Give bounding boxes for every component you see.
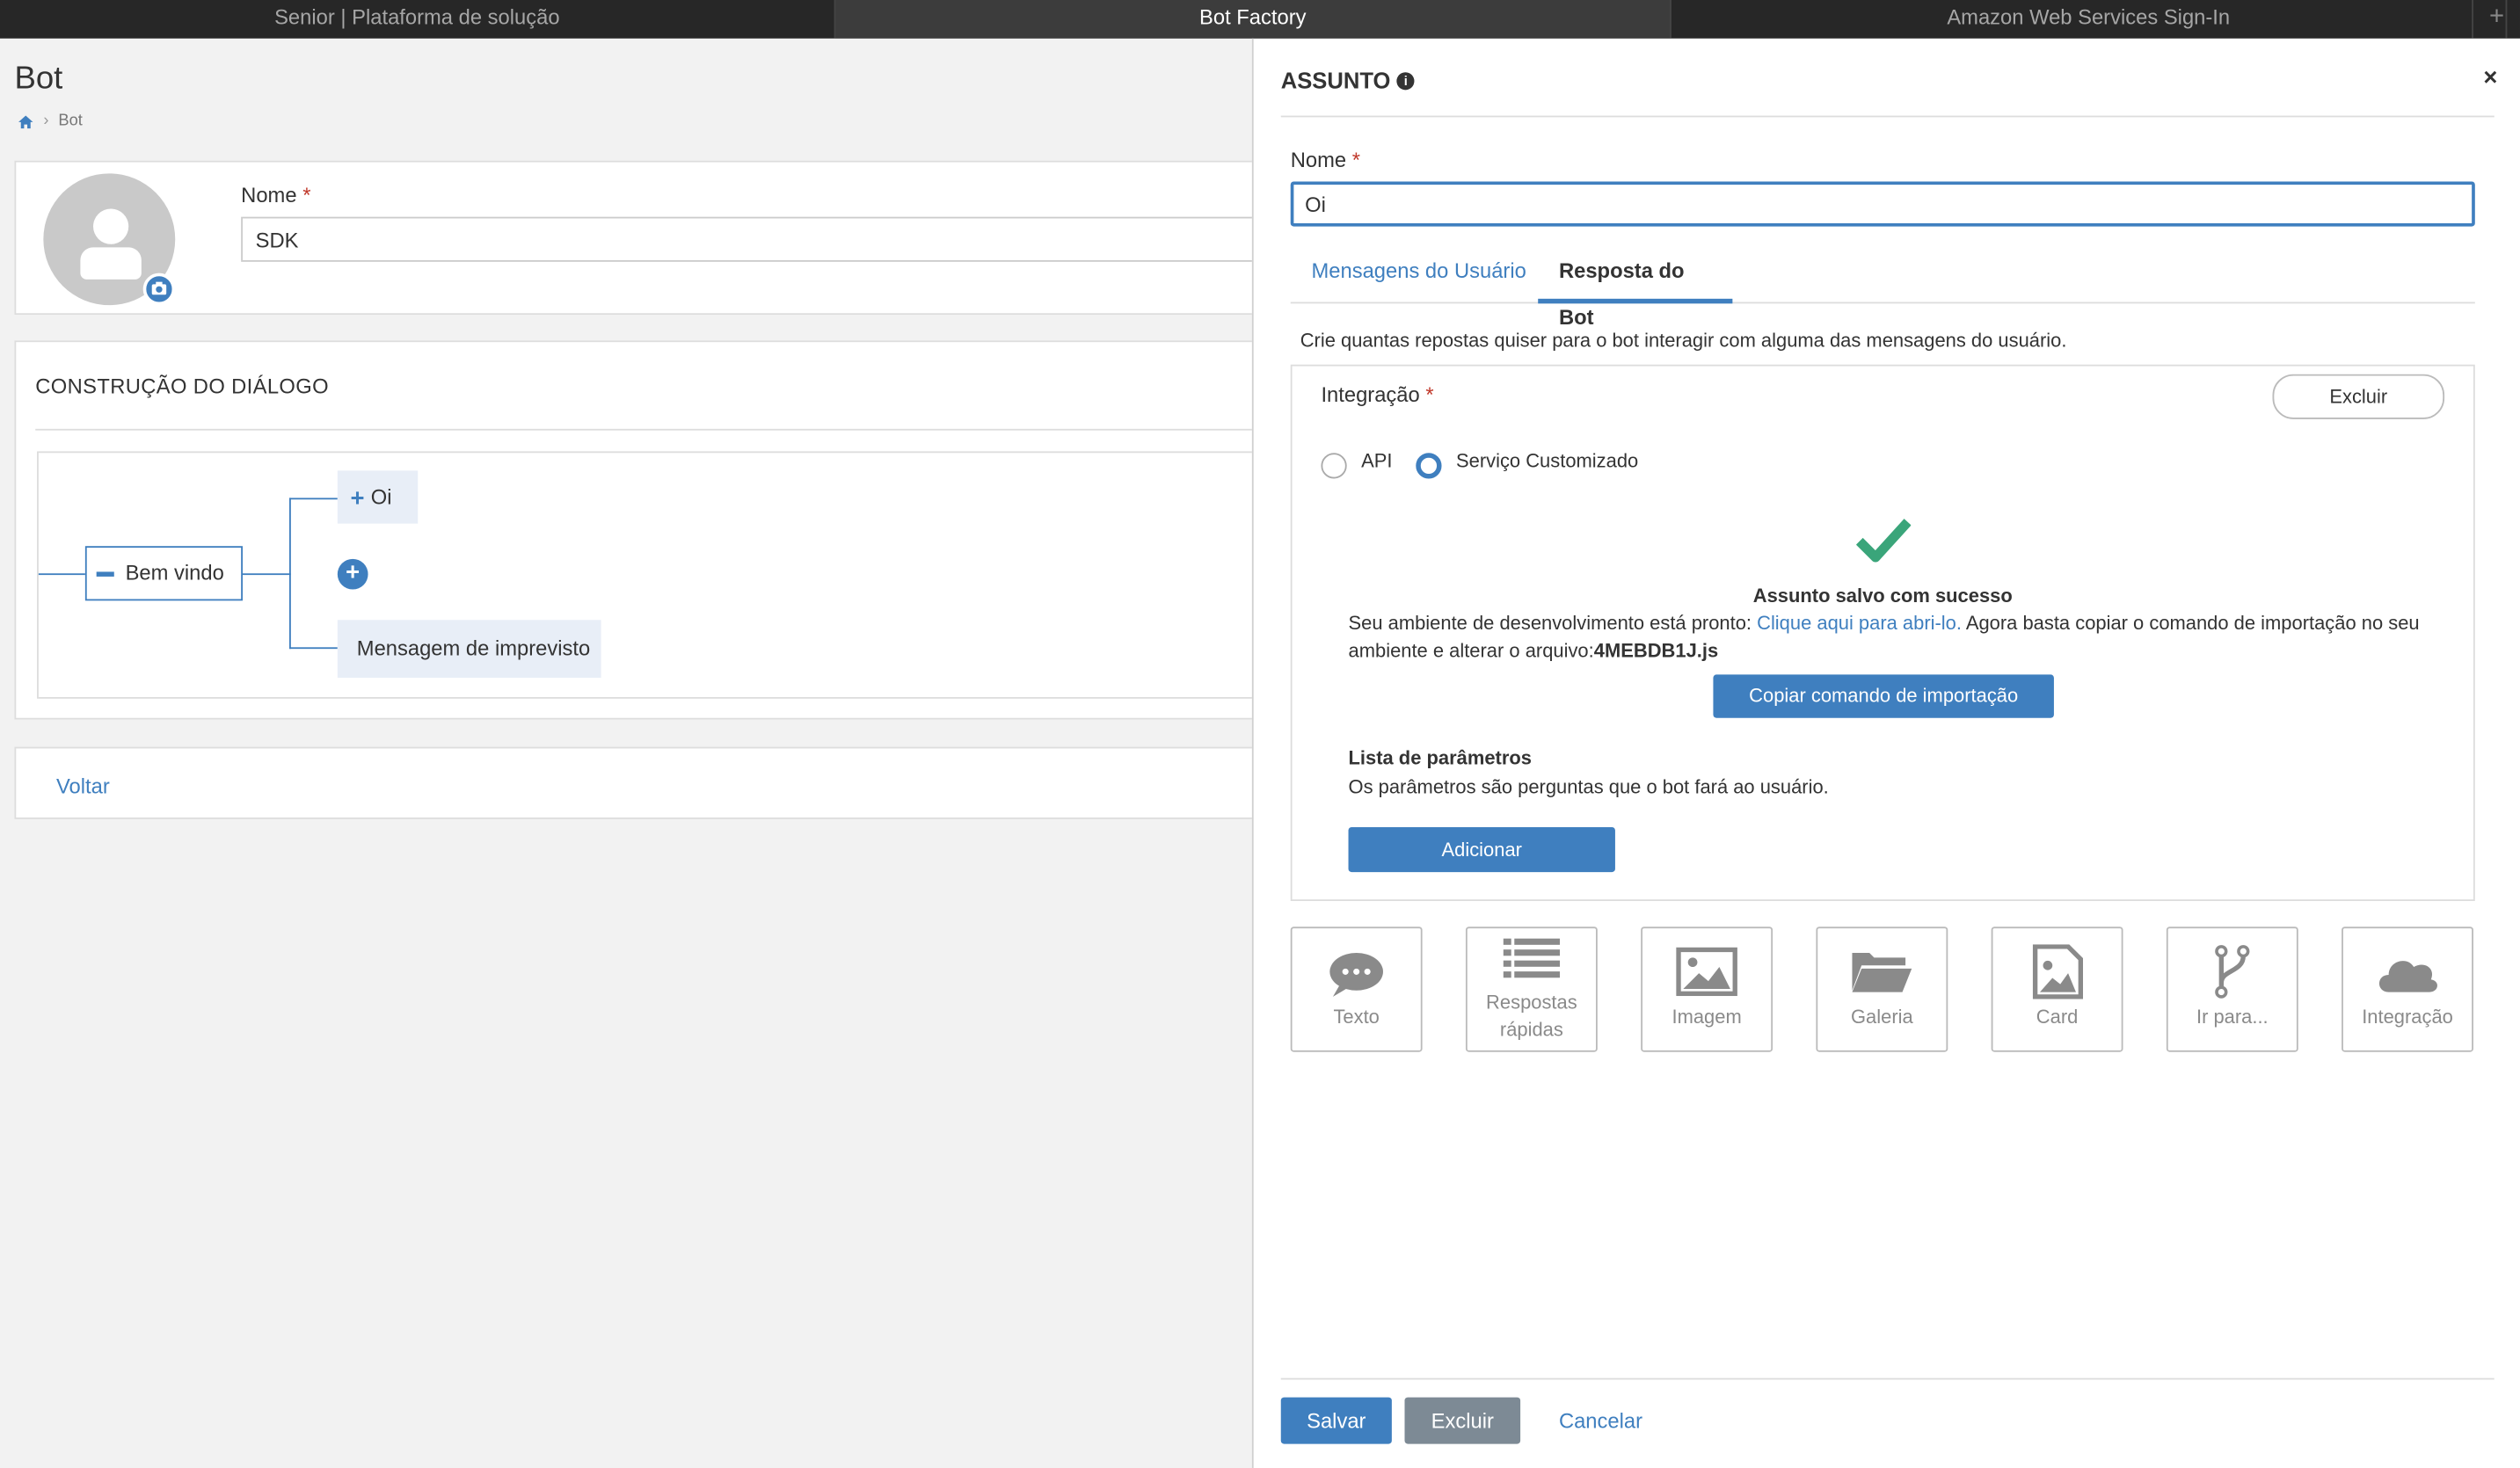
delete-integration-button[interactable]: Excluir: [2272, 374, 2445, 419]
response-type-text-label: Texto: [1333, 1005, 1380, 1028]
file-name: 4MEBDB1J.js: [1593, 639, 1719, 662]
browser-tab-bar: Senior | Plataforma de solução Bot Facto…: [0, 0, 2520, 39]
radio-api-label: API: [1361, 449, 1393, 473]
response-type-quick-replies[interactable]: Respostas rápidas: [1465, 927, 1598, 1052]
divider: [1280, 115, 2495, 118]
response-type-goto-label: Ir para...: [2196, 1005, 2269, 1028]
response-type-image-label: Imagem: [1672, 1005, 1742, 1028]
dialog-tree: Bem vindo + Oi + Mensagem de imprevisto: [37, 451, 1275, 699]
tree-connector: [289, 498, 291, 650]
browser-tab-bot-factory[interactable]: Bot Factory: [835, 0, 1672, 39]
browser-tab-senior[interactable]: Senior | Plataforma de solução: [0, 0, 836, 39]
assunto-drawer: ASSUNTO i × Nome * Oi Mensagens do Usuár…: [1251, 38, 2520, 1468]
collapse-icon[interactable]: [96, 571, 114, 578]
image-icon: [1676, 947, 1737, 997]
divider: [35, 428, 1257, 431]
cancel-button[interactable]: Cancelar: [1551, 1398, 1650, 1444]
checkmark-icon: [1856, 519, 1912, 563]
divider: [1280, 1377, 2495, 1380]
tree-connector: [38, 573, 87, 576]
params-title: Lista de parâmetros: [1348, 746, 1532, 770]
chevron-right-icon: ›: [43, 112, 49, 130]
image-file-icon: [2032, 944, 2084, 999]
back-link[interactable]: Voltar: [56, 774, 110, 798]
response-type-integration[interactable]: Integração: [2342, 927, 2473, 1052]
branch-icon: [2215, 945, 2250, 999]
assunto-name-input[interactable]: Oi: [1290, 181, 2475, 227]
tree-node-fallback[interactable]: Mensagem de imprevisto: [337, 620, 601, 679]
bot-page: Bot › Bot Nome * SDK CONSTRUÇÃO DO DIÁLO…: [0, 38, 1275, 1468]
info-icon[interactable]: i: [1396, 71, 1415, 90]
tab-user-messages[interactable]: Mensagens do Usuário: [1291, 247, 1548, 303]
tree-connector: [289, 647, 338, 650]
radio-custom-service-label: Serviço Customizado: [1455, 449, 1639, 473]
name-label: Nome *: [241, 183, 311, 207]
response-type-text[interactable]: Texto: [1290, 927, 1423, 1052]
success-message: Seu ambiente de desenvolvimento está pro…: [1348, 612, 2420, 662]
copy-import-command-button[interactable]: Copiar comando de importação: [1713, 674, 2054, 718]
breadcrumb-item-bot[interactable]: Bot: [58, 113, 82, 130]
success-title: Assunto salvo com sucesso: [1752, 585, 2013, 607]
integration-box: Integração * Excluir API Serviço Customi…: [1290, 364, 2475, 902]
speech-bubble-icon: [1329, 953, 1383, 997]
integration-label: Integração *: [1321, 382, 1434, 407]
tree-node-root[interactable]: Bem vindo: [84, 546, 243, 601]
add-parameter-button[interactable]: Adicionar: [1348, 826, 1615, 873]
breadcrumb: › Bot: [18, 113, 83, 130]
plus-icon[interactable]: +: [350, 485, 364, 512]
dialog-panel: CONSTRUÇÃO DO DIÁLOGO Bem vindo + Oi + Me…: [14, 340, 1275, 720]
radio-custom-service[interactable]: [1416, 453, 1442, 479]
response-type-gallery[interactable]: Galeria: [1816, 927, 1948, 1052]
footer-panel: Voltar: [14, 746, 1256, 819]
response-type-card-label: Card: [2036, 1005, 2079, 1028]
browser-tab-aws[interactable]: Amazon Web Services Sign-In: [1672, 0, 2508, 39]
response-type-goto[interactable]: Ir para...: [2166, 927, 2298, 1052]
params-description: Os parâmetros são perguntas que o bot fa…: [1348, 775, 1829, 799]
camera-icon[interactable]: [142, 273, 176, 306]
response-type-image[interactable]: Imagem: [1641, 927, 1773, 1052]
response-type-card[interactable]: Card: [1991, 927, 2123, 1052]
new-tab-button[interactable]: +: [2472, 0, 2520, 39]
response-type-quick-replies-label: Respostas rápidas: [1486, 991, 1577, 1041]
folder-open-icon: [1852, 953, 1912, 992]
save-button[interactable]: Salvar: [1280, 1397, 1392, 1444]
cloud-icon: [2378, 961, 2437, 992]
add-node-icon[interactable]: +: [337, 558, 368, 590]
home-icon[interactable]: [18, 113, 33, 129]
tab-bot-response[interactable]: Resposta do Bot: [1538, 247, 1733, 330]
close-icon[interactable]: ×: [2483, 64, 2497, 91]
radio-api[interactable]: [1321, 453, 1347, 479]
page-title: Bot: [14, 61, 63, 97]
drawer-title: ASSUNTO i: [1281, 68, 1415, 93]
tree-connector: [289, 498, 338, 500]
response-type-gallery-label: Galeria: [1850, 1005, 1913, 1028]
drawer-title-text: ASSUNTO: [1280, 67, 1391, 93]
list-icon: [1503, 938, 1560, 978]
tree-node-oi[interactable]: + Oi: [337, 470, 419, 524]
tree-connector: [242, 573, 291, 576]
open-environment-link[interactable]: Clique aqui para abri-lo.: [1757, 612, 1962, 635]
response-description: Crie quantas repostas quiser para o bot …: [1300, 329, 2067, 352]
bot-info-panel: Nome * SDK: [14, 160, 1270, 316]
bot-name-input[interactable]: SDK: [241, 216, 1270, 262]
delete-button[interactable]: Excluir: [1404, 1397, 1521, 1444]
response-type-integration-label: Integração: [2362, 1005, 2453, 1028]
assunto-name-label: Nome *: [1290, 148, 1361, 172]
response-tabs: Mensagens do Usuário Resposta do Bot: [1290, 247, 2475, 330]
dialog-section-title: CONSTRUÇÃO DO DIÁLOGO: [35, 374, 329, 399]
